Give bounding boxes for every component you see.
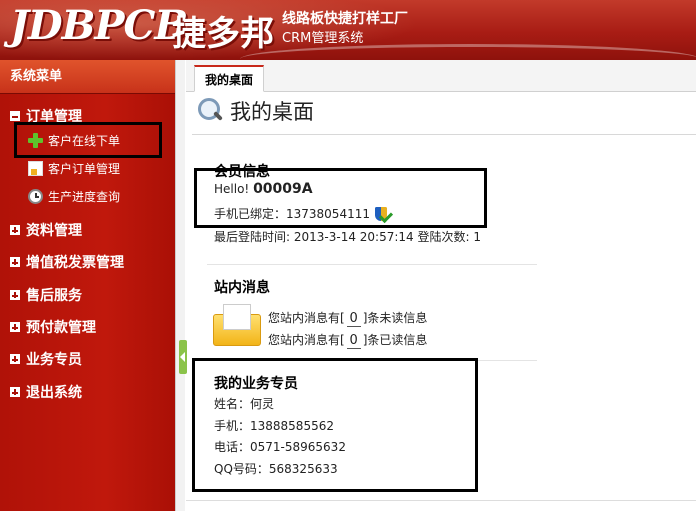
tab-strip: 我的桌面 bbox=[186, 60, 696, 92]
header-slogan: 线路板快捷打样工厂 bbox=[282, 11, 408, 27]
menu-group-prepayment[interactable]: 预付款管理 bbox=[10, 317, 96, 337]
menu-group-vat-invoice[interactable]: 增值税发票管理 bbox=[10, 252, 124, 272]
hello-label: Hello! bbox=[214, 182, 250, 196]
member-info-title: 会员信息 bbox=[214, 164, 270, 180]
menu-group-label: 退出系统 bbox=[26, 385, 82, 401]
divider bbox=[192, 134, 696, 135]
menu-group-label: 增值税发票管理 bbox=[26, 255, 124, 271]
expand-icon bbox=[10, 354, 20, 364]
page-title: 我的桌面 bbox=[230, 100, 314, 124]
read-prefix: 您站内消息有[ bbox=[268, 333, 345, 347]
sales-agent-title: 我的业务专员 bbox=[214, 376, 298, 392]
unread-prefix: 您站内消息有[ bbox=[268, 311, 345, 325]
document-icon bbox=[28, 161, 43, 176]
menu-group-label: 预付款管理 bbox=[26, 320, 96, 336]
tab-my-desktop[interactable]: 我的桌面 bbox=[194, 65, 265, 92]
app-root: JDBPCB 捷多邦 线路板快捷打样工厂 CRM管理系统 系统菜单 订单管理 客… bbox=[0, 0, 696, 511]
read-suffix: ]条已读信息 bbox=[362, 333, 428, 347]
page-header: 我的桌面 bbox=[196, 96, 314, 126]
sidebar-item-online-order[interactable]: 客户在线下单 bbox=[28, 132, 120, 149]
magnifier-icon bbox=[196, 96, 226, 126]
sidebar-item-label: 客户订单管理 bbox=[48, 162, 121, 176]
agent-mobile: 手机：13888585562 bbox=[214, 419, 334, 433]
collapse-icon bbox=[10, 111, 20, 121]
sidebar-splitter bbox=[175, 60, 185, 511]
divider bbox=[207, 264, 537, 265]
logo-text-cn: 捷多邦 bbox=[172, 14, 274, 54]
app-header: JDBPCB 捷多邦 线路板快捷打样工厂 CRM管理系统 bbox=[0, 0, 696, 60]
bound-phone-text: 手机已绑定：13738054111 bbox=[214, 207, 370, 221]
unread-suffix: ]条未读信息 bbox=[362, 311, 428, 325]
agent-name: 姓名：何灵 bbox=[214, 397, 275, 411]
menu-group-logout[interactable]: 退出系统 bbox=[10, 382, 82, 402]
menu-group-after-sales[interactable]: 售后服务 bbox=[10, 285, 82, 305]
shield-check-icon bbox=[374, 206, 390, 223]
header-subtitle: CRM管理系统 bbox=[282, 31, 364, 46]
menu-group-label: 售后服务 bbox=[26, 288, 82, 304]
agent-qq: QQ号码：568325633 bbox=[214, 462, 338, 476]
last-login: 最后登陆时间: 2013-3-14 20:57:14 登陆次数: 1 bbox=[214, 230, 481, 244]
bound-phone: 手机已绑定：13738054111 bbox=[214, 205, 390, 223]
menu-group-sales-agent[interactable]: 业务专员 bbox=[10, 349, 82, 369]
messages-title: 站内消息 bbox=[214, 280, 270, 296]
divider bbox=[207, 360, 537, 361]
logo-text-en: JDBPCB bbox=[10, 2, 188, 49]
unread-count: 0 bbox=[346, 311, 361, 327]
menu-group-label: 资料管理 bbox=[26, 223, 82, 239]
expand-icon bbox=[10, 225, 20, 235]
sidebar-item-label: 生产进度查询 bbox=[48, 190, 121, 204]
clock-icon bbox=[28, 189, 43, 204]
menu-group-label: 业务专员 bbox=[26, 352, 82, 368]
agent-phone: 电话：0571-58965632 bbox=[214, 440, 346, 454]
expand-icon bbox=[10, 290, 20, 300]
expand-icon bbox=[10, 257, 20, 267]
menu-group-label: 订单管理 bbox=[26, 109, 82, 125]
envelope-icon bbox=[213, 304, 261, 346]
sidebar-item-production-progress[interactable]: 生产进度查询 bbox=[28, 188, 120, 205]
menu-group-order-management[interactable]: 订单管理 bbox=[10, 106, 82, 126]
member-greeting: Hello! 00009A bbox=[214, 181, 313, 197]
plus-icon bbox=[28, 133, 43, 148]
expand-icon bbox=[10, 322, 20, 332]
sidebar-item-order-management[interactable]: 客户订单管理 bbox=[28, 160, 120, 177]
expand-icon bbox=[10, 387, 20, 397]
sidebar-item-label: 客户在线下单 bbox=[48, 134, 121, 148]
collapse-sidebar-handle[interactable] bbox=[179, 340, 187, 374]
member-id: 00009A bbox=[253, 181, 313, 197]
divider bbox=[186, 500, 696, 501]
read-messages[interactable]: 您站内消息有[0]条已读信息 bbox=[268, 331, 427, 349]
unread-messages[interactable]: 您站内消息有[0]条未读信息 bbox=[268, 309, 427, 327]
menu-group-data-management[interactable]: 资料管理 bbox=[10, 220, 82, 240]
sidebar-title: 系统菜单 bbox=[0, 60, 175, 94]
read-count: 0 bbox=[346, 333, 361, 349]
